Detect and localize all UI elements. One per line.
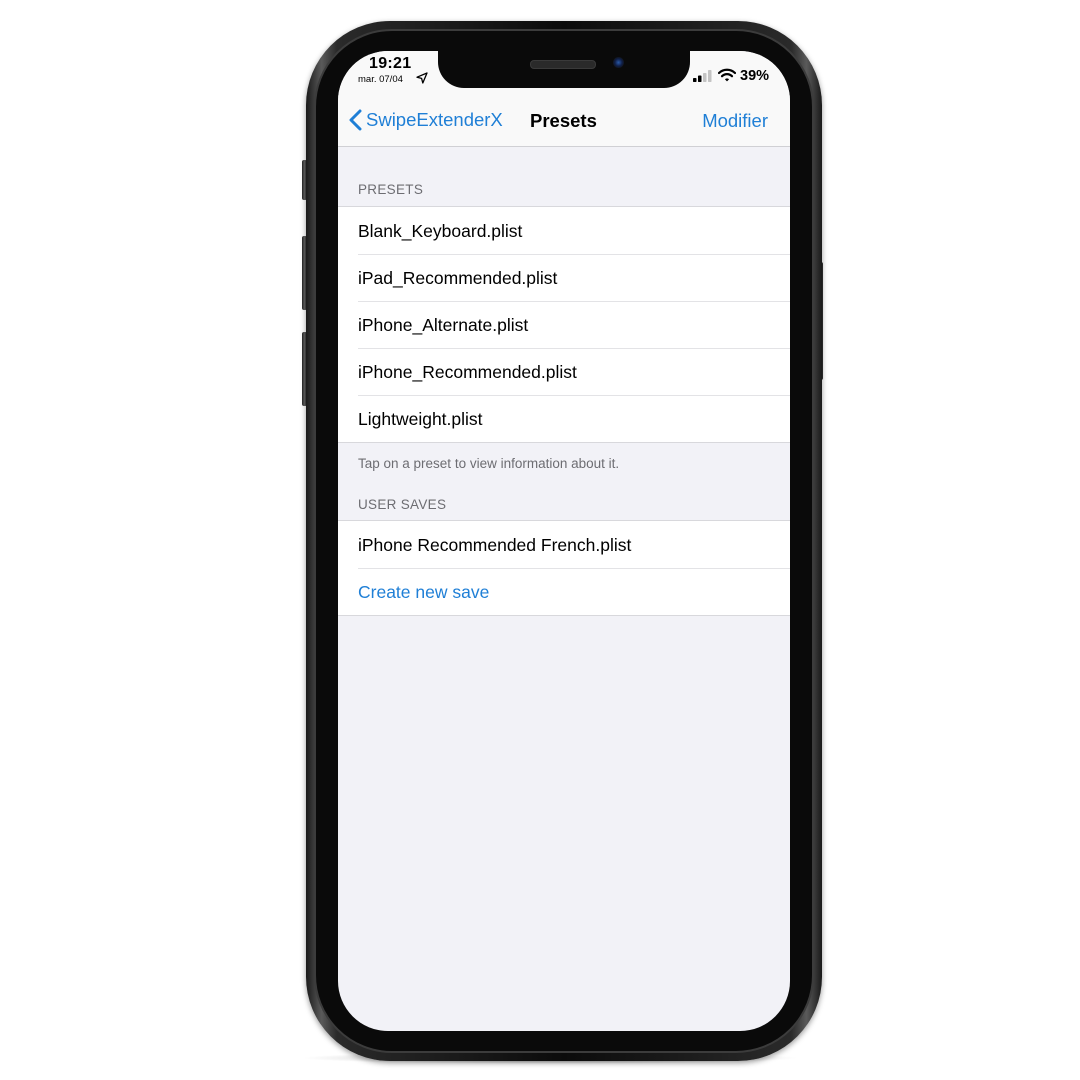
back-button[interactable]: SwipeExtenderX (348, 109, 503, 131)
presets-section-header: PRESETS (358, 182, 424, 197)
device-stage: 19:21 mar. 07/04 39% SwipeExtenderX Pres… (0, 0, 1080, 1080)
cellular-signal-icon (693, 70, 712, 82)
earpiece-speaker (530, 60, 596, 69)
location-arrow-icon (416, 72, 428, 84)
list-item-preset[interactable]: Lightweight.plist (338, 395, 790, 442)
notch (438, 51, 690, 88)
battery-percent: 39% (740, 68, 770, 84)
list-item-preset[interactable]: iPhone_Recommended.plist (338, 348, 790, 395)
preset-label: iPhone_Recommended.plist (358, 362, 577, 382)
status-time: 19:21 (369, 55, 412, 72)
list-item-user-save[interactable]: iPhone Recommended French.plist (338, 521, 790, 568)
front-camera (613, 57, 624, 68)
list-item-preset[interactable]: iPad_Recommended.plist (338, 254, 790, 301)
back-button-label: SwipeExtenderX (366, 109, 503, 130)
presets-list: Blank_Keyboard.plist iPad_Recommended.pl… (338, 206, 790, 443)
page-title: Presets (530, 110, 597, 131)
create-new-save-button[interactable]: Create new save (338, 568, 790, 615)
user-save-label: iPhone Recommended French.plist (358, 535, 632, 555)
phone-screen: 19:21 mar. 07/04 39% SwipeExtenderX Pres… (338, 51, 790, 1031)
modifier-button[interactable]: Modifier (702, 110, 768, 132)
user-saves-section-header: USER SAVES (358, 497, 447, 512)
create-new-save-label: Create new save (358, 582, 490, 602)
preset-label: iPad_Recommended.plist (358, 268, 558, 288)
preset-label: Blank_Keyboard.plist (358, 221, 523, 241)
list-item-preset[interactable]: iPhone_Alternate.plist (338, 301, 790, 348)
preset-label: Lightweight.plist (358, 409, 483, 429)
preset-label: iPhone_Alternate.plist (358, 315, 529, 335)
user-saves-list: iPhone Recommended French.plist Create n… (338, 520, 790, 616)
navigation-bar: SwipeExtenderX Presets Modifier (338, 95, 790, 147)
chevron-left-icon (349, 109, 362, 131)
wifi-icon (718, 68, 736, 82)
status-date: mar. 07/04 (358, 74, 403, 85)
presets-footer-note: Tap on a preset to view information abou… (358, 456, 620, 471)
list-item-preset[interactable]: Blank_Keyboard.plist (338, 207, 790, 254)
